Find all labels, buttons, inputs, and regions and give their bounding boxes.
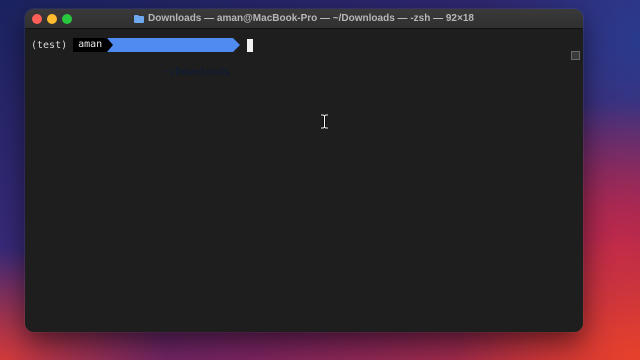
powerline-arrow-icon xyxy=(232,38,240,52)
powerline-separator-icon xyxy=(107,38,114,52)
prompt-directory-segment: ~/Downloads xyxy=(107,38,233,78)
prompt-line: (test) aman ~/Downloads xyxy=(31,38,253,78)
window-title: Downloads — aman@MacBook-Pro — ~/Downloa… xyxy=(25,9,583,28)
window-title-text: Downloads — aman@MacBook-Pro — ~/Downloa… xyxy=(148,13,474,24)
ibeam-cursor-icon xyxy=(321,114,328,129)
prompt-user-segment: aman xyxy=(73,38,108,52)
scrollbar-button[interactable] xyxy=(571,51,580,60)
folder-icon xyxy=(134,14,145,23)
terminal-content[interactable]: (test) aman ~/Downloads xyxy=(25,29,583,332)
virtualenv-label: (test) xyxy=(31,39,68,51)
terminal-window: Downloads — aman@MacBook-Pro — ~/Downloa… xyxy=(25,9,583,332)
title-bar[interactable]: Downloads — aman@MacBook-Pro — ~/Downloa… xyxy=(25,9,583,29)
prompt-directory-text: ~/Downloads xyxy=(163,67,230,78)
text-cursor xyxy=(246,38,253,52)
